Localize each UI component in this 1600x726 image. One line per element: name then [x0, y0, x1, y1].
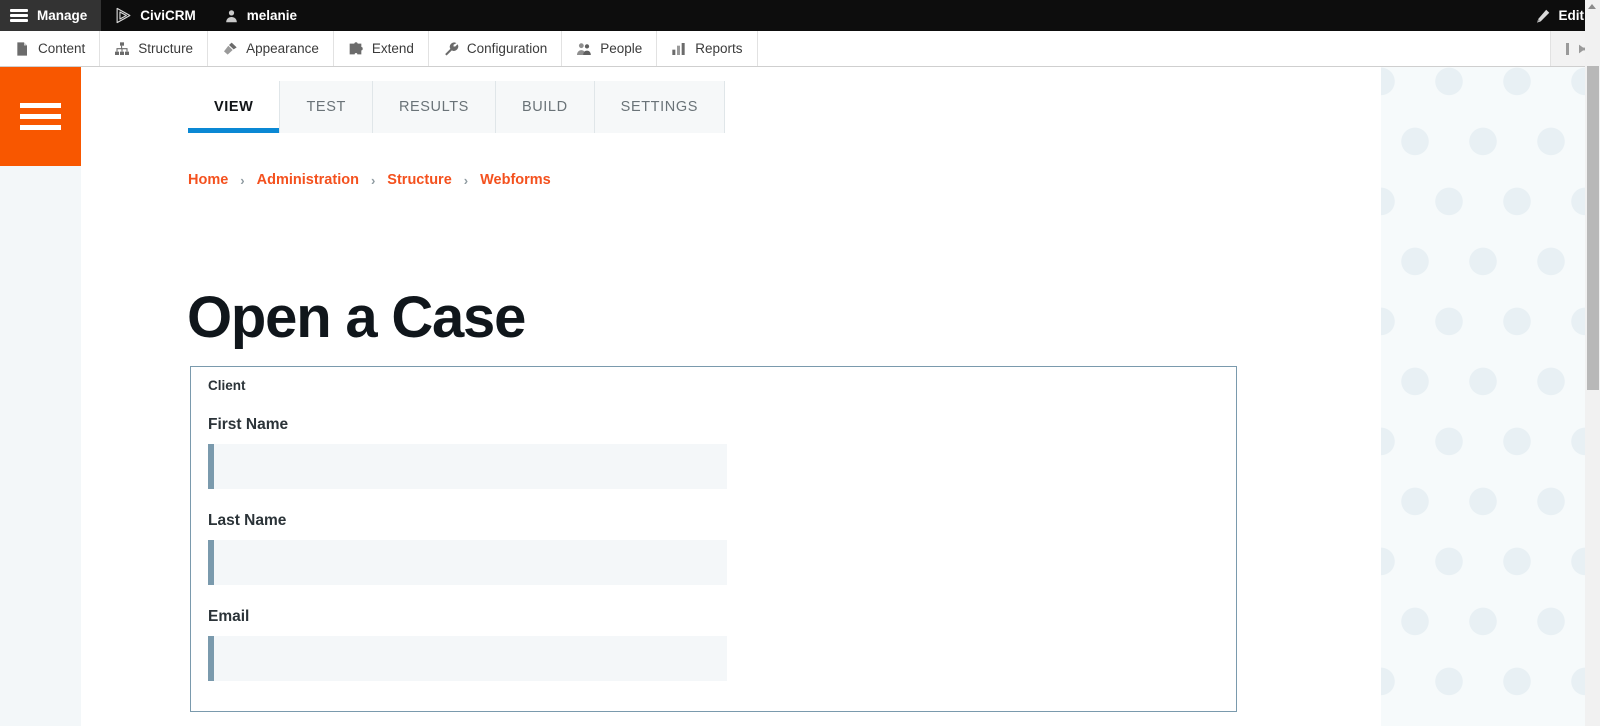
- tab-settings-label: SETTINGS: [620, 99, 698, 115]
- tab-build[interactable]: BUILD: [495, 81, 595, 133]
- page-scrollbar[interactable]: [1585, 0, 1600, 726]
- menu-item-reports-label: Reports: [695, 41, 743, 56]
- tab-test-label: TEST: [306, 99, 346, 115]
- field-last-name: Last Name: [191, 512, 1236, 585]
- breadcrumb-separator: ›: [463, 172, 469, 188]
- field-first-name-label: First Name: [208, 415, 289, 433]
- menu-item-extend[interactable]: Extend: [334, 31, 429, 66]
- people-icon: [577, 42, 592, 55]
- hamburger-icon: [10, 9, 28, 22]
- tab-view-label: VIEW: [214, 99, 254, 115]
- tab-settings[interactable]: SETTINGS: [594, 81, 725, 133]
- client-fieldset-legend: Client: [208, 378, 246, 393]
- left-sidebar-rail: [0, 67, 81, 726]
- breadcrumb-item-webforms[interactable]: Webforms: [480, 172, 551, 188]
- menu-item-people-label: People: [600, 41, 643, 56]
- page-title: Open a Case: [187, 285, 526, 350]
- admin-menu-bar: Content Structure Appearance Extend Conf…: [0, 31, 1600, 67]
- breadcrumb: Home › Administration › Structure › Webf…: [188, 172, 551, 188]
- scroll-up-arrow-icon[interactable]: [1588, 4, 1596, 9]
- toolbar-edit-label: Edit: [1558, 8, 1585, 23]
- paintbrush-icon: [224, 42, 237, 55]
- menu-item-content[interactable]: Content: [0, 31, 101, 66]
- sidebar-menu-button[interactable]: [0, 67, 81, 166]
- first-name-input[interactable]: [208, 443, 727, 489]
- tab-view[interactable]: VIEW: [188, 81, 281, 133]
- toolbar-item-user[interactable]: melanie: [210, 0, 311, 31]
- collapse-toolbar-icon: [1565, 42, 1586, 55]
- menu-item-appearance-label: Appearance: [246, 41, 319, 56]
- menu-item-structure[interactable]: Structure: [100, 31, 209, 66]
- toolbar-item-civicrm-label: CiviCRM: [140, 8, 196, 23]
- hamburger-menu-icon: [20, 103, 61, 130]
- puzzle-piece-icon: [349, 41, 363, 54]
- pencil-icon: [1536, 9, 1549, 23]
- toolbar-item-civicrm[interactable]: CiviCRM: [101, 0, 210, 31]
- drupal-droplet-pattern-background: [1381, 67, 1585, 726]
- civicrm-logo-icon: [116, 7, 131, 24]
- menu-item-structure-label: Structure: [138, 41, 194, 56]
- breadcrumb-item-home[interactable]: Home: [188, 172, 228, 188]
- menu-item-configuration[interactable]: Configuration: [429, 31, 563, 66]
- tab-build-label: BUILD: [521, 99, 568, 115]
- admin-toolbar: Manage CiviCRM melanie Edit: [0, 0, 1600, 31]
- field-email-label: Email: [208, 607, 250, 625]
- webform-tabs: VIEW TEST RESULTS BUILD SETTINGS: [188, 81, 725, 133]
- last-name-input[interactable]: [208, 539, 727, 585]
- menu-item-appearance[interactable]: Appearance: [208, 31, 334, 66]
- field-email: Email: [191, 608, 1236, 681]
- wrench-icon: [445, 41, 459, 56]
- field-first-name: First Name: [191, 416, 1236, 489]
- menu-item-reports[interactable]: Reports: [657, 31, 758, 66]
- breadcrumb-separator: ›: [370, 172, 376, 188]
- scrollbar-upper-track[interactable]: [1585, 0, 1600, 66]
- bar-chart-icon: [672, 42, 685, 55]
- breadcrumb-item-administration[interactable]: Administration: [257, 172, 359, 188]
- toolbar-manage-label: Manage: [37, 8, 88, 23]
- scrollbar-thumb[interactable]: [1587, 66, 1599, 390]
- menu-item-extend-label: Extend: [371, 41, 414, 56]
- webform-container: Client First Name Last Name Email: [188, 366, 1239, 712]
- sitemap-icon: [115, 41, 130, 55]
- menu-item-content-label: Content: [38, 41, 86, 56]
- tab-results-label: RESULTS: [398, 99, 469, 115]
- tab-results[interactable]: RESULTS: [372, 81, 496, 133]
- menu-item-people[interactable]: People: [562, 31, 658, 66]
- breadcrumb-separator: ›: [240, 172, 245, 188]
- email-input[interactable]: [208, 635, 727, 681]
- file-page-icon: [17, 41, 27, 56]
- menu-item-configuration-label: Configuration: [466, 41, 548, 56]
- client-fieldset: Client First Name Last Name Email: [190, 366, 1237, 712]
- user-account-icon: [225, 9, 237, 22]
- tab-test[interactable]: TEST: [280, 81, 373, 133]
- field-last-name-label: Last Name: [208, 511, 287, 529]
- breadcrumb-item-structure[interactable]: Structure: [387, 172, 451, 188]
- toolbar-item-user-label: melanie: [246, 8, 298, 23]
- page-canvas: VIEW TEST RESULTS BUILD SETTINGS Home › …: [81, 67, 1585, 726]
- toolbar-manage-button[interactable]: Manage: [0, 0, 102, 31]
- menu-bar-filler: [758, 31, 1551, 66]
